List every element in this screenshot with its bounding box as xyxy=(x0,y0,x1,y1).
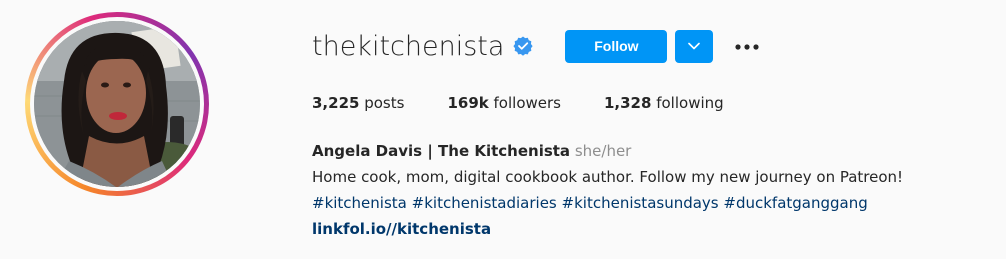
more-options-button[interactable] xyxy=(734,34,760,58)
more-options-icon xyxy=(735,37,760,55)
display-name: Angela Davis | The Kitchenista xyxy=(312,142,571,160)
bio-description: Home cook, mom, digital cookbook author.… xyxy=(312,168,904,186)
following-label: following xyxy=(656,94,724,112)
posts-count: 3,225 xyxy=(312,94,360,112)
follow-button[interactable]: Follow xyxy=(565,29,668,63)
hashtag-link[interactable]: #duckfatganggang xyxy=(723,194,867,212)
following-count: 1,328 xyxy=(603,94,652,112)
hashtag-link[interactable]: #kitchenistadiaries xyxy=(412,194,557,212)
username: thekitchenista xyxy=(312,30,505,62)
followers-label: followers xyxy=(493,94,561,112)
pronouns: she/her xyxy=(574,142,632,160)
avatar-photo xyxy=(34,21,200,187)
posts-label: posts xyxy=(364,94,405,112)
avatar[interactable] xyxy=(34,21,200,187)
following-stat[interactable]: 1,328 following xyxy=(604,94,724,112)
bio-external-link[interactable]: linkfol.io//kitchenista xyxy=(312,220,491,238)
bio-name-line: Angela Davis | The Kitchenista she/her xyxy=(312,138,903,164)
chevron-down-icon xyxy=(688,37,701,55)
posts-stat: 3,225 posts xyxy=(312,94,404,112)
followers-count: 169k xyxy=(447,94,489,112)
hashtag-link[interactable]: #kitchenistasundays xyxy=(562,194,719,212)
verified-badge-icon xyxy=(513,36,534,56)
profile-title-row: thekitchenista Follow xyxy=(312,26,760,66)
bio-hashtags: #kitchenista #kitchenistadiaries #kitche… xyxy=(312,190,903,216)
avatar-border xyxy=(30,17,204,191)
hashtag-link[interactable]: #kitchenista xyxy=(312,194,407,212)
profile-bio: Angela Davis | The Kitchenista she/her H… xyxy=(312,138,903,242)
followers-stat[interactable]: 169k followers xyxy=(447,94,561,112)
profile-stats: 3,225 posts 169k followers 1,328 followi… xyxy=(312,94,767,112)
suggested-accounts-button[interactable] xyxy=(675,29,714,63)
profile-header: thekitchenista Follow 3,225 posts 169k f… xyxy=(0,0,1006,259)
story-ring[interactable] xyxy=(25,12,209,196)
